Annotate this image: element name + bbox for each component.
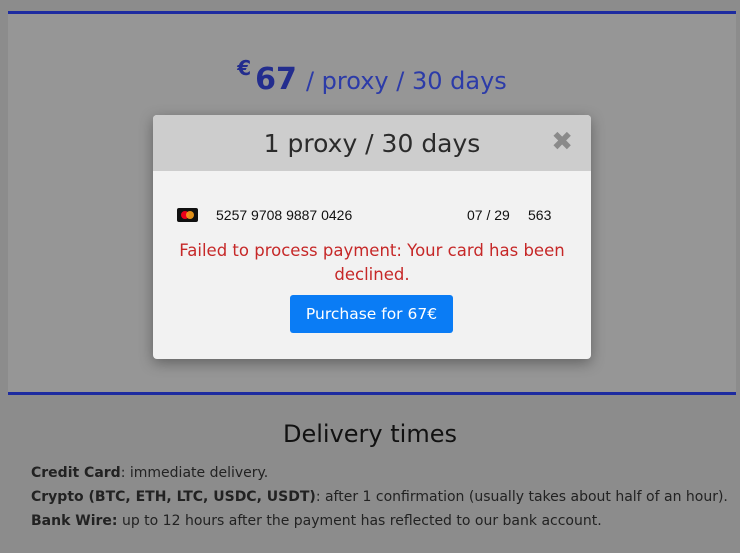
payment-error-message: Failed to process payment: Your card has… — [179, 241, 565, 284]
price-display: €67 / proxy / 30 days — [8, 56, 736, 97]
modal-title: 1 proxy / 30 days — [263, 128, 481, 158]
modal-header: 1 proxy / 30 days ✖ — [153, 115, 591, 171]
mastercard-icon — [177, 208, 198, 222]
price-period: / proxy / 30 days — [305, 67, 507, 95]
card-expiry-field[interactable]: 07 / 29 — [467, 207, 510, 223]
delivery-item-text: up to 12 hours after the payment has ref… — [117, 513, 602, 529]
delivery-item-bank-wire: Bank Wire: up to 12 hours after the paym… — [31, 511, 728, 535]
card-input-row[interactable]: 5257 9708 9887 0426 07 / 29 563 — [153, 206, 591, 226]
delivery-item-text: : immediate delivery. — [120, 465, 269, 481]
price-amount: 67 — [255, 62, 297, 97]
delivery-title: Delivery times — [283, 420, 457, 448]
delivery-item-credit-card: Credit Card: immediate delivery. — [31, 463, 728, 487]
currency-symbol: € — [237, 56, 252, 80]
delivery-item-label: Crypto (BTC, ETH, LTC, USDC, USDT) — [31, 489, 316, 505]
purchase-button[interactable]: Purchase for 67€ — [290, 295, 453, 333]
delivery-item-crypto: Crypto (BTC, ETH, LTC, USDC, USDT): afte… — [31, 487, 728, 511]
delivery-item-label: Bank Wire: — [31, 513, 118, 529]
close-icon[interactable]: ✖ — [551, 127, 573, 157]
payment-modal: 1 proxy / 30 days ✖ 5257 9708 9887 0426 … — [153, 115, 591, 359]
delivery-item-label: Credit Card — [31, 465, 121, 481]
card-number-field[interactable]: 5257 9708 9887 0426 — [216, 207, 352, 223]
delivery-list: Credit Card: immediate delivery. Crypto … — [31, 463, 728, 535]
card-cvc-field[interactable]: 563 — [528, 207, 551, 223]
delivery-item-text: : after 1 confirmation (usually takes ab… — [315, 489, 728, 505]
